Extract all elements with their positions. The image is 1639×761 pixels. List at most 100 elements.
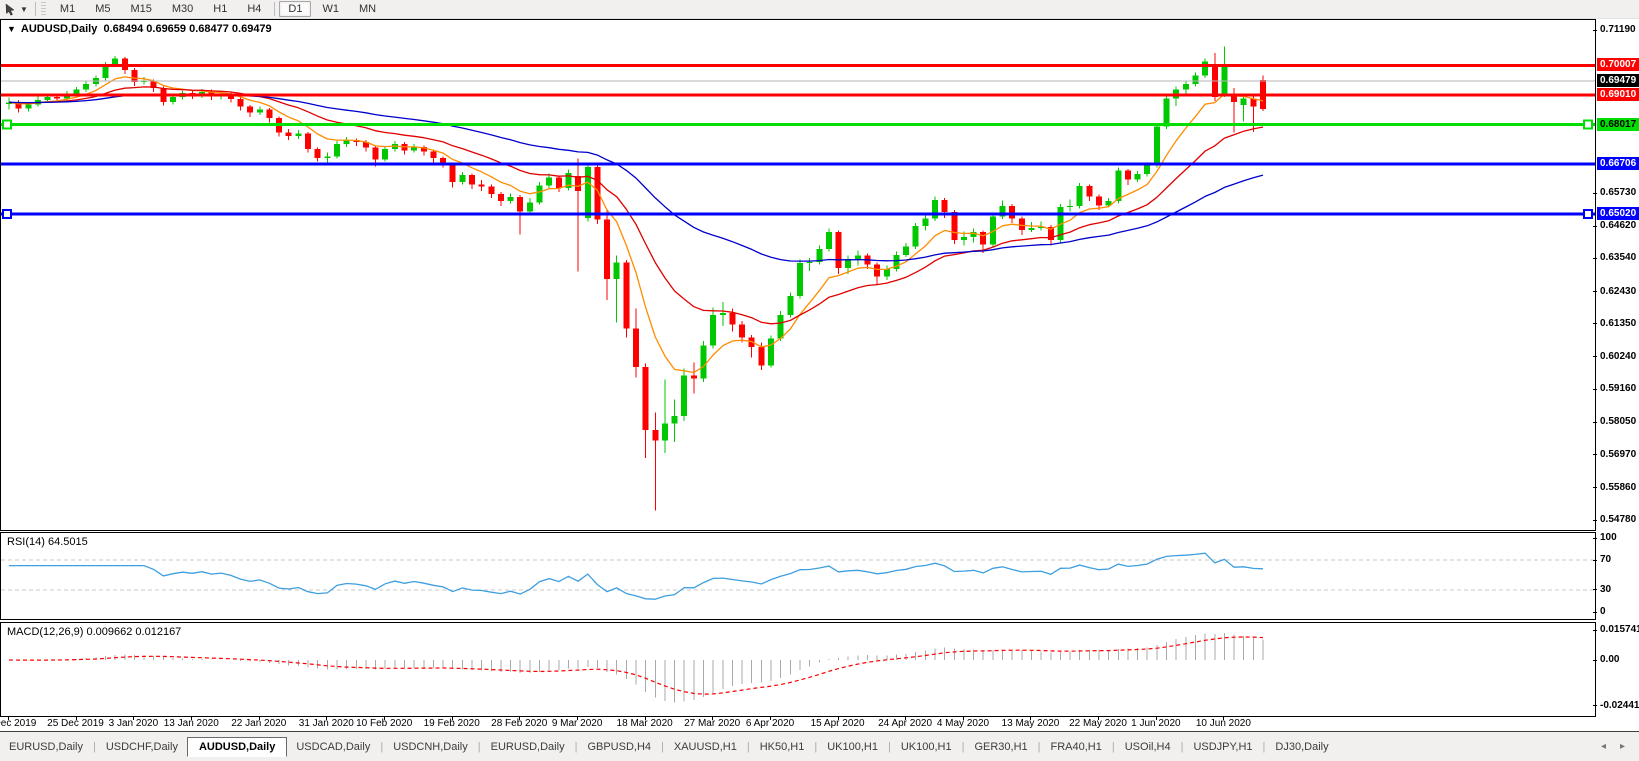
candle-body [710,315,716,346]
candle-body [672,416,678,423]
candle-body [1164,98,1170,126]
cursor-glyph [4,3,18,16]
candle-body [1019,218,1025,229]
chart-tab-eurusd-daily[interactable]: EURUSD,Daily [482,738,574,756]
rsi-tick-label: 0 [1600,606,1639,617]
toolbar-grip-handle[interactable] [41,2,46,16]
main-chart-panel[interactable]: ▼AUDUSD,Daily 0.68494 0.69659 0.68477 0.… [0,19,1596,531]
chart-tab-fra40-h1[interactable]: FRA40,H1 [1042,738,1111,756]
chart-tab-usoil-h4[interactable]: USOil,H4 [1116,738,1180,756]
candle-body [633,328,639,367]
macd-tick-label: 0.015741 [1600,624,1639,635]
date-label: 25 Dec 2019 [47,718,104,729]
date-label: 15 Apr 2020 [811,718,865,729]
price-tick-mark [1593,258,1597,259]
hline-handle[interactable] [3,210,11,218]
chart-tab-ger30-h1[interactable]: GER30,H1 [965,738,1036,756]
candle-body [951,212,957,240]
price-badge: 0.69010 [1597,88,1639,101]
chart-tab-dj30-daily[interactable]: DJ30,Daily [1266,738,1337,756]
chart-tab-xauusd-h1[interactable]: XAUUSD,H1 [665,738,746,756]
timeframe-button-d1[interactable]: D1 [279,1,311,17]
macd-canvas[interactable] [1,623,1595,716]
tab-separator: | [962,741,965,753]
date-label: 28 Feb 2020 [491,718,547,729]
price-tick-label: 0.62430 [1600,286,1639,297]
rsi-tick-label: 30 [1600,584,1639,595]
candle-body [25,104,31,108]
price-tick-label: 0.55860 [1600,482,1639,493]
candle-body [247,107,253,113]
rsi-panel[interactable]: RSI(14) 64.5015 [0,532,1596,620]
chart-tab-gbpusd-h4[interactable]: GBPUSD,H4 [578,738,660,756]
tab-separator: | [1181,741,1184,753]
candle-body [324,157,330,158]
rsi-tick-mark [1593,612,1597,613]
macd-tick-mark [1593,630,1597,631]
candle-body [131,70,137,82]
price-tick-mark [1593,389,1597,390]
candle-body [74,89,80,93]
timeframe-button-h1[interactable]: H1 [204,1,236,17]
cursor-dropdown-icon[interactable]: ▼ [20,5,28,14]
hline-handle[interactable] [1584,121,1592,129]
price-tick-mark [1593,520,1597,521]
candle-body [1125,171,1131,180]
macd-tick-label: 0.00 [1600,654,1639,665]
price-tick-mark [1593,356,1597,357]
chart-tab-uk100-h1[interactable]: UK100,H1 [892,738,961,756]
date-label: 27 Mar 2020 [684,718,740,729]
chart-tab-hk50-h1[interactable]: HK50,H1 [751,738,814,756]
candle-body [286,133,292,136]
chart-tab-usdcad-daily[interactable]: USDCAD,Daily [287,738,379,756]
candle-body [836,232,842,268]
chart-ohlc-values: 0.68494 0.69659 0.68477 0.69479 [103,23,271,35]
timeframe-button-m30[interactable]: M30 [163,1,202,17]
hline-handle[interactable] [3,121,11,129]
timeframe-button-w1[interactable]: W1 [313,1,348,17]
chart-cursor-icon[interactable]: ▼ [0,1,32,17]
chart-dropdown-icon[interactable]: ▼ [7,24,16,34]
rsi-tick-mark [1593,560,1597,561]
chart-tab-usdchf-daily[interactable]: USDCHF,Daily [97,738,187,756]
candle-body [517,197,523,211]
tab-separator: | [575,741,578,753]
hline-handle[interactable] [1584,210,1592,218]
chart-tab-audusd-daily[interactable]: AUDUSD,Daily [187,737,287,757]
tab-scroll-right-icon[interactable]: ▸ [1620,741,1625,752]
price-tick-label: 0.65730 [1600,187,1639,198]
candle-body [54,97,60,98]
macd-panel[interactable]: MACD(12,26,9) 0.009662 0.012167 [0,622,1596,717]
tab-separator: | [747,741,750,753]
price-tick-mark [1593,323,1597,324]
chart-tab-eurusd-daily[interactable]: EURUSD,Daily [0,738,92,756]
timeframe-button-mn[interactable]: MN [350,1,385,17]
chart-tab-usdcnh-daily[interactable]: USDCNH,Daily [384,738,477,756]
tab-separator: | [478,741,481,753]
timeframe-button-m1[interactable]: M1 [51,1,84,17]
tab-scroll-left-icon[interactable]: ◂ [1601,741,1606,752]
price-tick-mark [1593,226,1597,227]
rsi-canvas[interactable] [1,533,1595,619]
tab-separator: | [380,741,383,753]
price-tick-label: 0.54780 [1600,514,1639,525]
candle-body [1115,171,1121,201]
timeframe-button-h4[interactable]: H4 [238,1,270,17]
candle-body [1144,165,1150,174]
chart-tab-usdjpy-h1[interactable]: USDJPY,H1 [1184,738,1261,756]
candle-body [778,315,784,338]
candle-body [295,134,301,136]
candle-body [855,255,861,259]
date-label: 18 Mar 2020 [617,718,673,729]
price-tick-mark [1593,291,1597,292]
candle-body [1183,84,1189,89]
tab-scroll-arrows: ◂ ▸ [1601,741,1625,752]
date-label: 1 Jun 2020 [1131,718,1181,729]
main-chart-canvas[interactable] [1,20,1595,530]
timeframe-button-m15[interactable]: M15 [121,1,160,17]
chart-tab-uk100-h1[interactable]: UK100,H1 [818,738,887,756]
price-tick-label: 0.56970 [1600,449,1639,460]
timeframe-button-m5[interactable]: M5 [86,1,119,17]
tab-separator: | [1263,741,1266,753]
price-tick-label: 0.59160 [1600,383,1639,394]
